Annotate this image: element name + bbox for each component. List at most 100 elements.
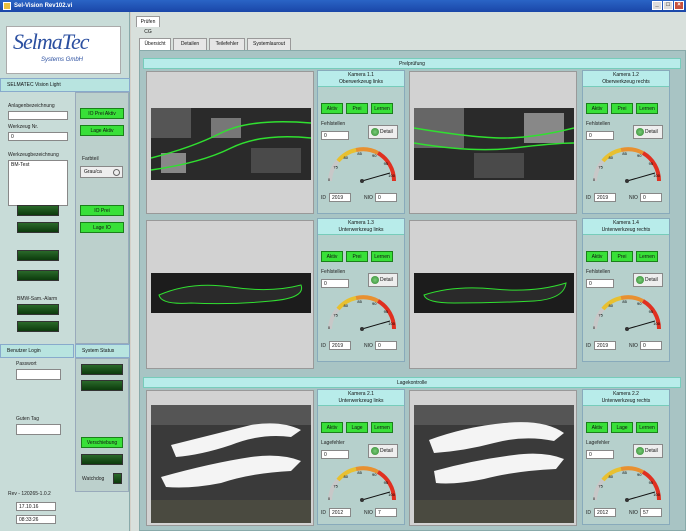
nio-value: 0 bbox=[375, 341, 397, 350]
mode-button[interactable]: Prei bbox=[611, 251, 633, 262]
aktiv-button[interactable]: Aktiv bbox=[321, 251, 343, 262]
gauge-tick-label: 75 bbox=[598, 484, 603, 489]
fehler-label: Lagefehler bbox=[586, 440, 610, 446]
camera-image-1-4[interactable] bbox=[409, 220, 577, 369]
minimize-button[interactable]: _ bbox=[652, 1, 662, 10]
aktiv-button[interactable]: Aktiv bbox=[586, 422, 608, 433]
aktiv-button[interactable]: Aktiv bbox=[321, 422, 343, 433]
tab-uebersicht[interactable]: Übersicht bbox=[139, 38, 171, 50]
lage-io-button[interactable]: Lage IO bbox=[80, 222, 124, 233]
fehler-value: 0 bbox=[586, 131, 614, 140]
verschiebung-button[interactable]: Verschiebung bbox=[81, 437, 123, 448]
gauge-tick-label: 80 bbox=[608, 155, 613, 160]
sys-status-indicator-2 bbox=[81, 380, 123, 391]
mode-button[interactable]: Prei bbox=[611, 103, 633, 114]
detail-button[interactable]: Detail bbox=[633, 444, 663, 458]
tab-teilefehler[interactable]: Teilefehler bbox=[209, 38, 245, 50]
lernen-button[interactable]: Lernen bbox=[371, 422, 393, 433]
detail-button[interactable]: Detail bbox=[368, 125, 398, 139]
camera-image-2-1[interactable] bbox=[146, 390, 314, 526]
status-indicator-1 bbox=[17, 205, 59, 216]
quality-gauge: 0758085 9095100 bbox=[328, 295, 397, 331]
gauge-tick-label: 90 bbox=[637, 153, 642, 158]
io-prei-button[interactable]: IO Prei bbox=[80, 205, 124, 216]
passwort-input[interactable] bbox=[16, 369, 61, 380]
camera-image-2-2[interactable] bbox=[409, 390, 577, 526]
gauge-tick-label: 90 bbox=[372, 472, 377, 477]
nio-value: 0 bbox=[375, 193, 397, 202]
detail-button[interactable]: Detail bbox=[633, 273, 663, 287]
lernen-button[interactable]: Lernen bbox=[371, 103, 393, 114]
id-label: ID bbox=[586, 195, 591, 201]
tab-pruefen[interactable]: Prüfen CG bbox=[136, 16, 160, 35]
window-title: Sel-Vision Rev102.vi bbox=[14, 3, 73, 9]
werkzeugbez-field[interactable]: BM-Test bbox=[8, 160, 68, 206]
close-button[interactable]: × bbox=[674, 1, 684, 10]
gauge-tick-label: 95 bbox=[384, 161, 389, 166]
id-value: 2012 bbox=[329, 508, 351, 517]
watchdog-indicator bbox=[113, 473, 122, 484]
id-label: ID bbox=[321, 510, 326, 516]
app-name-banner: SELMATEC Vision Light bbox=[0, 78, 130, 92]
id-value: 2019 bbox=[594, 193, 616, 202]
werkzeug-field[interactable]: 0 bbox=[8, 132, 68, 141]
camera-image-1-3[interactable] bbox=[146, 220, 314, 369]
camera-image-1-1[interactable] bbox=[146, 71, 314, 214]
aktiv-button[interactable]: Aktiv bbox=[586, 103, 608, 114]
id-label: ID bbox=[586, 510, 591, 516]
maximize-button[interactable]: □ bbox=[663, 1, 673, 10]
date-field: 17.10.16 bbox=[16, 502, 56, 511]
camera-panel: Kamera 2.2 Unterwerkzeug rechts Aktiv La… bbox=[582, 389, 670, 525]
gauge-tick-label: 75 bbox=[333, 165, 338, 170]
camera-header: Kamera 1.4 Unterwerkzeug rechts bbox=[583, 219, 669, 235]
camera-panel: Kamera 1.4 Unterwerkzeug rechts Aktiv Pr… bbox=[582, 218, 670, 362]
fehler-label: Fehlstellen bbox=[586, 269, 611, 275]
gauge-tick-label: 95 bbox=[384, 480, 389, 485]
sys-status-indicator-3 bbox=[81, 454, 123, 465]
company-logo: SelmaTec Systems GmbH bbox=[6, 26, 121, 74]
section-header-lagekontrolle: Lagekontrolle bbox=[143, 377, 681, 388]
io-prei-aktiv-button[interactable]: IO Prei Aktiv bbox=[80, 108, 124, 119]
detail-button[interactable]: Detail bbox=[368, 444, 398, 458]
passwort-label: Passwort bbox=[16, 361, 37, 367]
fehler-value: 0 bbox=[586, 450, 614, 459]
id-value: 2019 bbox=[329, 341, 351, 350]
gauge-tick-label: 85 bbox=[622, 151, 627, 156]
lernen-button[interactable]: Lernen bbox=[636, 251, 658, 262]
status-indicator-6 bbox=[17, 321, 59, 332]
select-arrow-icon bbox=[113, 169, 120, 176]
mode-button[interactable]: Lage bbox=[611, 422, 633, 433]
gauge-tick-label: 85 bbox=[622, 299, 627, 304]
mode-button[interactable]: Lage bbox=[346, 422, 368, 433]
status-indicator-5 bbox=[17, 304, 59, 315]
gauge-tick-label: 100 bbox=[653, 173, 660, 178]
inspection-image bbox=[151, 108, 311, 180]
aktiv-button[interactable]: Aktiv bbox=[321, 103, 343, 114]
aktiv-button[interactable]: Aktiv bbox=[586, 251, 608, 262]
camera-image-1-2[interactable] bbox=[409, 71, 577, 214]
fehler-value: 0 bbox=[321, 279, 349, 288]
mode-button[interactable]: Prei bbox=[346, 103, 368, 114]
werkzeug-label: Werkzeug Nr. bbox=[8, 124, 39, 130]
tab-detailen[interactable]: Detailen bbox=[173, 38, 207, 50]
farbteil-select[interactable]: Grau/ca bbox=[80, 166, 123, 178]
gauge-tick-label: 80 bbox=[608, 474, 613, 479]
lernen-button[interactable]: Lernen bbox=[636, 422, 658, 433]
lernen-button[interactable]: Lernen bbox=[636, 103, 658, 114]
inspection-image bbox=[414, 405, 574, 523]
mode-button[interactable]: Prei bbox=[346, 251, 368, 262]
camera-header: Kamera 1.2 Oberwerkzeug rechts bbox=[583, 71, 669, 87]
detail-icon bbox=[636, 128, 644, 136]
lernen-button[interactable]: Lernen bbox=[371, 251, 393, 262]
gauge-tick-label: 100 bbox=[388, 321, 395, 326]
gauge-tick-label: 95 bbox=[649, 161, 654, 166]
detail-button[interactable]: Detail bbox=[368, 273, 398, 287]
sys-status-indicator-1 bbox=[81, 364, 123, 375]
guten-tag-label: Guten Tag bbox=[16, 416, 39, 422]
tab-systemlayout[interactable]: Systemlaurout bbox=[247, 38, 291, 50]
lage-aktiv-button[interactable]: Lage Aktiv bbox=[80, 125, 124, 136]
anlagen-field[interactable] bbox=[8, 111, 68, 120]
camera-header: Kamera 2.2 Unterwerkzeug rechts bbox=[583, 390, 669, 406]
detail-button[interactable]: Detail bbox=[633, 125, 663, 139]
status-subpanel bbox=[75, 358, 129, 492]
